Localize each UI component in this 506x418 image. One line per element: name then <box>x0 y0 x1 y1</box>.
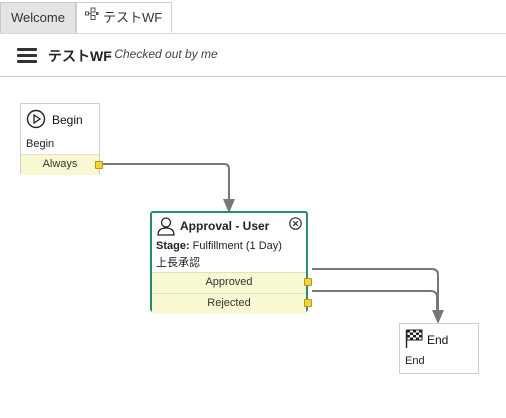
tab-workflow[interactable]: テストWF <box>76 2 172 33</box>
outcome-always[interactable]: Always <box>21 154 99 175</box>
connector-approved-end <box>312 268 444 324</box>
outcome-rejected-port[interactable] <box>304 299 312 307</box>
connector-always-approval <box>103 163 235 213</box>
tab-bar: Welcome テストWF <box>0 0 506 34</box>
outcome-approved-port[interactable] <box>304 278 312 286</box>
approval-description: 上長承認 <box>156 257 200 269</box>
end-node-description: End <box>405 355 425 367</box>
user-icon <box>156 216 176 241</box>
begin-node-description: Begin <box>26 138 55 150</box>
end-node[interactable]: End End <box>399 323 479 374</box>
checkout-status: - Checked out by me <box>107 47 218 61</box>
connector-rejected-end <box>312 290 438 318</box>
hamburger-menu-icon[interactable] <box>17 48 37 64</box>
end-node-title: End <box>427 333 449 347</box>
checkered-flag-icon <box>405 329 423 354</box>
begin-node[interactable]: Begin Begin Always <box>20 103 103 175</box>
tab-workflow-label: テストWF <box>103 10 163 25</box>
outcome-always-port[interactable] <box>95 161 103 169</box>
play-circle-icon <box>26 109 46 134</box>
approval-stage: Stage: Fulfillment (1 Day) <box>156 240 282 252</box>
page-title: テストWF <box>48 48 112 64</box>
approval-node-title: Approval - User <box>180 219 270 233</box>
page-header: テストWF - Checked out by me <box>0 34 506 77</box>
stage-label: Stage: <box>156 240 190 252</box>
close-circle-icon[interactable] <box>289 217 302 235</box>
approval-user-node[interactable]: Approval - User Stage: Fulfillment (1 Da… <box>150 211 312 314</box>
outcome-rejected[interactable]: Rejected <box>152 293 306 314</box>
workflow-icon <box>85 2 99 32</box>
outcome-approved[interactable]: Approved <box>152 272 306 293</box>
stage-value: Fulfillment (1 Day) <box>189 240 282 252</box>
tab-welcome[interactable]: Welcome <box>0 2 76 33</box>
begin-node-title: Begin <box>52 113 83 127</box>
